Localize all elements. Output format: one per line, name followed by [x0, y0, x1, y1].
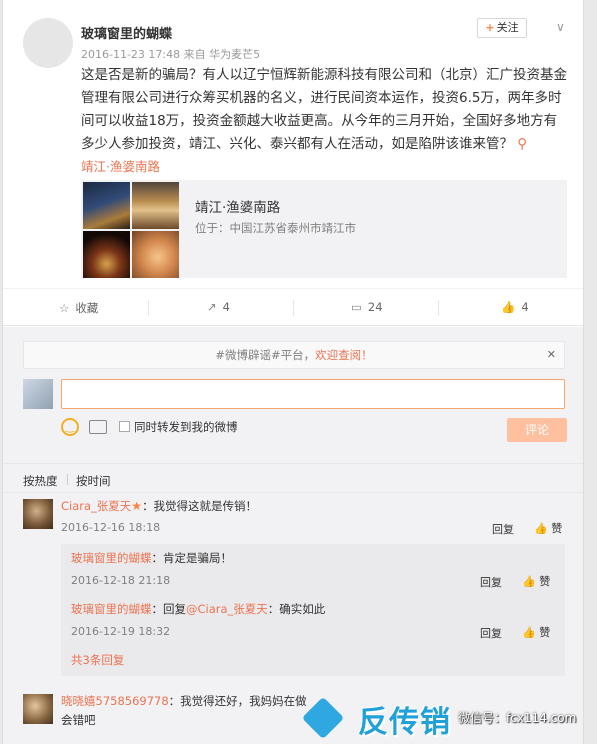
comment-count: 24 — [367, 300, 383, 314]
like-button[interactable]: 👍 4 — [501, 300, 529, 314]
reply-like-button[interactable]: 👍 赞 — [522, 624, 550, 640]
reply-like-label: 赞 — [539, 626, 551, 639]
divider — [67, 474, 68, 485]
reply-text: ：确实如此 — [267, 602, 326, 616]
notice-link[interactable]: 欢迎查阅！ — [315, 348, 373, 362]
follow-label: 关注 — [496, 21, 519, 34]
location-photo[interactable] — [132, 231, 179, 278]
emoji-icon[interactable]: ‿ — [61, 418, 79, 436]
reply-button[interactable]: 回复 — [480, 574, 502, 590]
plus-icon: + — [485, 21, 495, 34]
author-avatar[interactable] — [23, 18, 73, 68]
thumbs-up-icon: 👍 — [501, 300, 516, 314]
location-pin-icon: ⚲ — [517, 136, 528, 152]
sort-by-heat[interactable]: 按热度 — [23, 473, 58, 489]
reply-item: 玻璃窗里的蝴蝶：肯定是骗局！ — [71, 549, 232, 568]
reply-like-label: 赞 — [539, 575, 551, 588]
more-replies-link[interactable]: 共3条回复 — [71, 651, 124, 670]
reply-like-button[interactable]: 👍 赞 — [522, 573, 550, 589]
like-count: 4 — [521, 300, 529, 314]
comment-like-button[interactable]: 👍 赞 — [534, 520, 562, 536]
comment-button[interactable]: ▭ 24 — [351, 300, 383, 314]
post-meta: 2016-11-23 17:48 来自 华为麦芒5 — [81, 48, 261, 61]
forward-button[interactable]: ↗ 4 — [207, 300, 230, 314]
star-badge-icon: ★ — [131, 499, 143, 513]
divider — [293, 300, 294, 316]
commenter-name[interactable]: 晓晓嬉5758569778 — [61, 694, 169, 708]
comment-text: ：我觉得还好，我妈妈在做 — [168, 694, 307, 708]
favorite-label: 收藏 — [75, 301, 99, 315]
commenter-name[interactable]: Ciara_张夏天 — [61, 499, 131, 513]
action-bar: ☆ 收藏 ↗ 4 ▭ 24 👍 4 — [3, 288, 583, 326]
replier-name[interactable]: 玻璃窗里的蝴蝶 — [71, 602, 152, 616]
comment-text: ：我觉得这就是传销！ — [142, 499, 258, 513]
divider — [438, 300, 439, 316]
post-body: 这是否是新的骗局？有人以辽宁恒辉新能源科技有限公司和（北京）汇广投资基金管理有限… — [81, 64, 567, 156]
submit-comment-button[interactable]: 评论 — [507, 418, 567, 442]
reply-mention[interactable]: @Ciara_张夏天 — [186, 602, 268, 616]
comment-item: Ciara_张夏天★：我觉得这就是传销！ — [61, 497, 257, 516]
thumbs-up-icon: 👍 — [522, 575, 536, 588]
location-card-name[interactable]: 靖江·渔婆南路 — [195, 196, 280, 216]
comment-time: 2016-12-16 18:18 — [61, 521, 161, 534]
divider — [148, 300, 149, 316]
rumor-notice: #微博辟谣#平台，欢迎查阅！ ✕ — [23, 341, 565, 369]
image-icon[interactable] — [89, 420, 107, 434]
sort-bar: 按热度 按时间 — [3, 463, 583, 493]
author-name[interactable]: 玻璃窗里的蝴蝶 — [81, 23, 172, 42]
weibo-card: 玻璃窗里的蝴蝶 2016-11-23 17:48 来自 华为麦芒5 + 关注 ∨ … — [2, 0, 584, 744]
sort-by-time[interactable]: 按时间 — [76, 473, 111, 489]
reply-item: 玻璃窗里的蝴蝶：回复@Ciara_张夏天：确实如此 — [71, 600, 325, 619]
commenter-avatar[interactable] — [23, 499, 53, 529]
thumbs-up-icon: 👍 — [522, 626, 536, 639]
location-photo[interactable] — [132, 182, 179, 229]
comment-input[interactable] — [61, 379, 565, 409]
location-link[interactable]: 靖江·渔婆南路 — [81, 156, 160, 175]
close-icon[interactable]: ✕ — [547, 342, 556, 368]
location-card[interactable]: 靖江·渔婆南路 位于：中国江苏省泰州市靖江市 — [81, 180, 567, 278]
post-text: 这是否是新的骗局？有人以辽宁恒辉新能源科技有限公司和（北京）汇广投资基金管理有限… — [81, 67, 567, 152]
follow-button[interactable]: + 关注 — [477, 18, 527, 38]
commenter-avatar[interactable] — [23, 694, 53, 724]
comment-text-continued: 会错吧 — [61, 713, 96, 727]
chevron-down-icon[interactable]: ∨ — [556, 20, 565, 34]
thumbs-up-icon: 👍 — [534, 522, 548, 535]
reply-time: 2016-12-18 21:18 — [71, 574, 171, 587]
location-photo[interactable] — [83, 182, 130, 229]
location-photo[interactable] — [83, 231, 130, 278]
comment-area: #微博辟谣#平台，欢迎查阅！ ✕ ‿ 同时转发到我的微博 评论 按热度 按时间 … — [3, 327, 583, 744]
reply-text: ：肯定是骗局！ — [151, 551, 233, 565]
replier-name[interactable]: 玻璃窗里的蝴蝶 — [71, 551, 152, 565]
forward-checkbox[interactable] — [119, 421, 130, 432]
comment-icon: ▭ — [351, 300, 362, 314]
forward-count: 4 — [222, 300, 230, 314]
comment-like-label: 赞 — [551, 522, 563, 535]
favorite-button[interactable]: ☆ 收藏 — [59, 300, 98, 316]
reply-button[interactable]: 回复 — [492, 521, 514, 537]
forward-checkbox-label[interactable]: 同时转发到我的微博 — [134, 419, 238, 435]
reply-time: 2016-12-19 18:32 — [71, 625, 171, 638]
star-icon: ☆ — [59, 301, 70, 315]
location-card-address: 位于：中国江苏省泰州市靖江市 — [195, 221, 356, 235]
reply-prefix: ：回复 — [151, 602, 187, 616]
comment-item: 晓晓嬉5758569778：我觉得还好，我妈妈在做 会错吧 — [61, 692, 565, 730]
reply-button[interactable]: 回复 — [480, 625, 502, 641]
my-avatar — [23, 379, 53, 409]
reply-thread: 玻璃窗里的蝴蝶：肯定是骗局！ 2016-12-18 21:18 回复 👍 赞 玻… — [61, 544, 565, 676]
forward-icon: ↗ — [207, 300, 217, 314]
notice-text: #微博辟谣#平台， — [215, 348, 316, 362]
